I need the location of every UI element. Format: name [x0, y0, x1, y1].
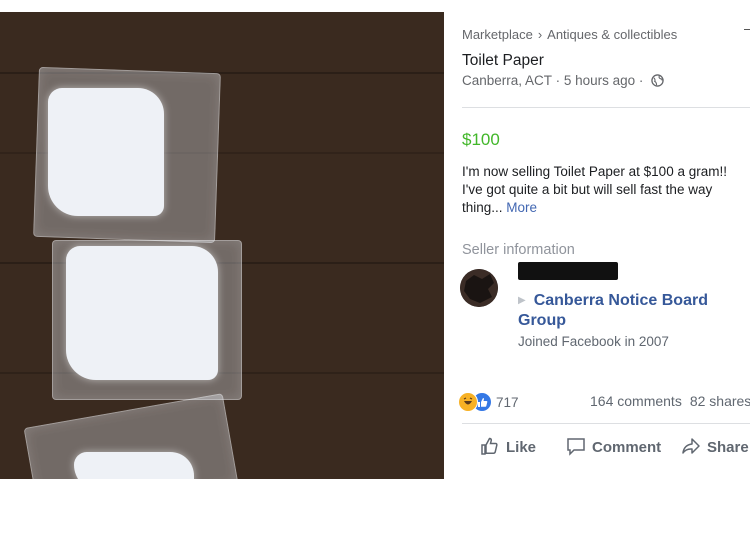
reaction-summary[interactable]: 717	[458, 392, 519, 412]
meta-dot: ·	[638, 73, 644, 88]
caret-right-icon: ▶	[518, 295, 526, 306]
reaction-count: 717	[496, 394, 519, 410]
divider	[462, 107, 750, 108]
seller-avatar[interactable]	[460, 269, 498, 307]
share-icon	[682, 438, 700, 454]
share-label: Share	[707, 439, 749, 456]
share-count[interactable]: 82 shares	[690, 393, 750, 409]
breadcrumb: Marketplace › Antiques & collectibles	[462, 27, 677, 42]
tissue-piece	[74, 452, 194, 479]
like-label: Like	[506, 439, 537, 456]
listing-price: $100	[462, 130, 500, 149]
meta-dot: ·	[555, 73, 561, 88]
thumbs-up-icon	[481, 437, 498, 455]
seller-heading: Seller information	[462, 242, 575, 258]
more-link[interactable]: More	[506, 200, 537, 215]
tissue-piece	[48, 88, 164, 216]
listing-description: I'm now selling Toilet Paper at $100 a g…	[462, 163, 748, 217]
seller-name-link[interactable]: ▶ Canberra Notice Board Group	[518, 291, 738, 331]
breadcrumb-separator: ›	[537, 27, 543, 42]
redacted-block	[518, 262, 618, 280]
product-photo[interactable]	[0, 12, 444, 479]
comment-button[interactable]: Comment	[566, 436, 661, 456]
seller-joined: Joined Facebook in 2007	[518, 334, 669, 349]
action-bar: Like Comment Share	[462, 436, 750, 458]
globe-icon	[651, 74, 664, 90]
listing-title: Toilet Paper	[462, 52, 544, 69]
divider	[462, 423, 750, 424]
more-options-icon[interactable]	[744, 29, 750, 36]
share-button[interactable]: Share	[681, 436, 749, 456]
listing-panel: Marketplace › Antiques & collectibles Toil…	[446, 12, 750, 482]
listing-time: 5 hours ago	[563, 73, 636, 88]
engagement-stats: 164 comments 82 shares	[590, 393, 750, 409]
listing-location[interactable]: Canberra, ACT	[462, 73, 552, 88]
listing-meta: Canberra, ACT · 5 hours ago ·	[462, 73, 664, 90]
breadcrumb-marketplace[interactable]: Marketplace	[462, 27, 533, 42]
tissue-piece	[66, 246, 218, 380]
comment-label: Comment	[592, 439, 662, 456]
seller-name[interactable]: Canberra Notice Board Group	[518, 292, 708, 329]
comment-count[interactable]: 164 comments	[590, 393, 682, 409]
like-button[interactable]: Like	[480, 436, 536, 456]
description-text: I'm now selling Toilet Paper at $100 a g…	[462, 164, 727, 215]
breadcrumb-category[interactable]: Antiques & collectibles	[547, 27, 677, 42]
haha-icon	[458, 392, 478, 412]
comment-icon	[567, 438, 585, 456]
